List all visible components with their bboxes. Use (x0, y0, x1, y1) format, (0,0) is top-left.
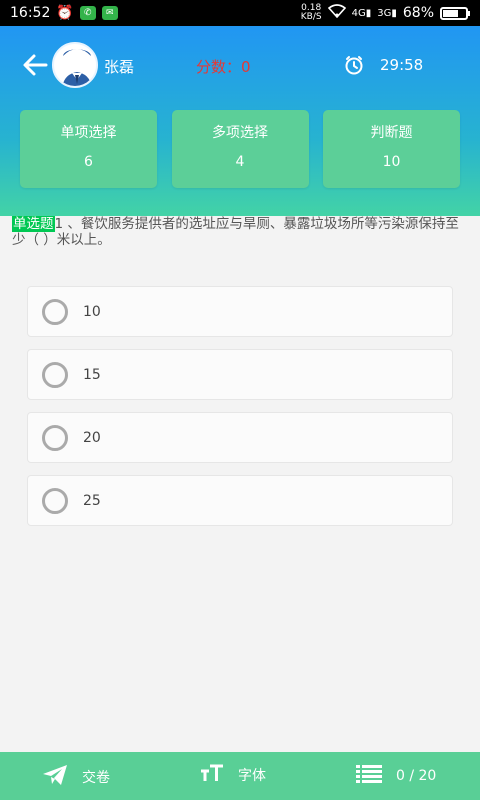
question-type-tag: 单选题 (12, 216, 55, 232)
timer-icon (344, 55, 364, 75)
option-item[interactable]: 15 (27, 349, 453, 400)
question-text: 1 、餐饮服务提供者的选址应与旱厕、暴露垃圾场所等污染源保持至少（ ）米以上。 (12, 216, 459, 248)
option-label: 25 (83, 492, 101, 509)
status-time: 16:52 (10, 5, 51, 21)
category-count: 10 (382, 154, 401, 170)
option-item[interactable]: 10 (27, 286, 453, 337)
font-size-icon (200, 764, 224, 786)
list-icon (356, 764, 382, 788)
top-bar: 张磊 分数：0 29:58 (0, 40, 480, 92)
network-speed: 0.18 KB/S (300, 3, 322, 22)
radio-button[interactable] (42, 361, 68, 388)
radio-button[interactable] (42, 487, 68, 514)
option-label: 20 (83, 429, 101, 446)
question-text-block: 单选题1 、餐饮服务提供者的选址应与旱厕、暴露垃圾场所等污染源保持至少（ ）米以… (12, 216, 468, 248)
avatar (52, 42, 98, 88)
message-app-icon: ✉ (101, 6, 118, 20)
category-cards: 单项选择 6 多项选择 4 判断题 10 (20, 110, 460, 188)
battery-icon (440, 6, 470, 20)
submit-button[interactable]: 交卷 (42, 764, 110, 790)
status-bar: 16:52 ⏰ ✆ ✉ 0.18 KB/S 4G▮ 3G▮ 68% (0, 0, 480, 26)
category-card-single[interactable]: 单项选择 6 (20, 110, 157, 188)
category-label: 多项选择 (212, 125, 268, 141)
score-label: 分数：0 (196, 58, 251, 76)
category-card-multiple[interactable]: 多项选择 4 (171, 110, 309, 188)
radio-button[interactable] (42, 298, 68, 325)
progress-counter: 0 / 20 (396, 768, 437, 784)
category-label: 判断题 (370, 125, 413, 141)
radio-button[interactable] (42, 424, 68, 451)
signal-4g-icon: 4G▮ (351, 7, 372, 19)
font-size-button[interactable]: 字体 (200, 764, 266, 786)
category-count: 6 (84, 154, 93, 170)
option-label: 15 (83, 366, 101, 383)
question-list-button[interactable]: 0 / 20 (356, 764, 436, 788)
submit-label: 交卷 (82, 770, 110, 786)
option-item[interactable]: 25 (27, 475, 453, 526)
category-count: 4 (235, 154, 245, 170)
paper-plane-icon (42, 764, 68, 790)
option-label: 10 (83, 303, 101, 320)
font-label: 字体 (238, 768, 266, 784)
countdown-timer: 29:58 (380, 56, 424, 74)
category-label: 单项选择 (60, 125, 117, 141)
alarm-icon: ⏰ (56, 5, 74, 21)
option-item[interactable]: 20 (27, 412, 453, 463)
back-arrow-icon[interactable] (22, 52, 48, 83)
signal-3g-icon: 3G▮ (377, 7, 397, 19)
category-card-judgement[interactable]: 判断题 10 (323, 110, 460, 188)
username: 张磊 (104, 58, 135, 76)
bottom-bar: 交卷 字体 0 / 20 (0, 752, 480, 800)
phone-app-icon: ✆ (79, 6, 96, 20)
battery-percent: 68% (402, 5, 434, 21)
answer-options: 10 15 20 25 (27, 286, 453, 538)
wifi-icon (327, 4, 346, 22)
exam-header: 张磊 分数：0 29:58 单项选择 6 多项选择 4 判断题 10 (0, 26, 480, 216)
